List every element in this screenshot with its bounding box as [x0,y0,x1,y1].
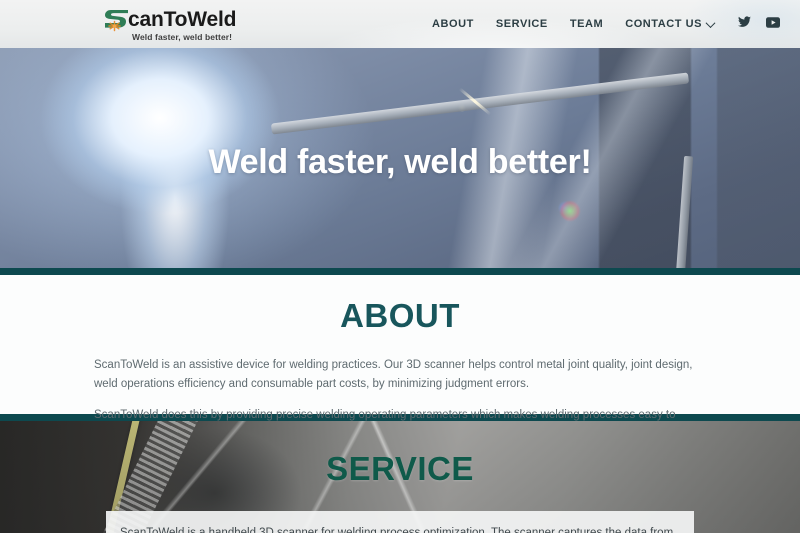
site-header: canToWeld Weld faster, weld better! ABOU… [0,0,800,48]
about-section: ABOUT ScanToWeld is an assistive device … [0,275,800,440]
about-paragraph-1: ScanToWeld is an assistive device for we… [94,359,693,390]
service-card-text: ScanToWeld is a handheld 3D scanner for … [120,527,674,533]
site-logo[interactable]: canToWeld Weld faster, weld better! [104,0,236,48]
nav-item-service[interactable]: SERVICE [496,18,548,30]
hero-section: Weld faster, weld better! [0,48,800,268]
service-title: SERVICE [326,450,474,487]
section-divider-hero-about [0,268,800,275]
scantoweld-s-logo-icon [104,8,132,32]
youtube-icon[interactable] [766,15,780,33]
logo-tagline: Weld faster, weld better! [132,31,233,42]
logo-wordmark: canToWeld [128,7,237,31]
service-description-card: ScanToWeld is a handheld 3D scanner for … [106,511,694,533]
nav-item-team-label: TEAM [569,18,604,30]
logo-row: canToWeld [104,7,236,33]
nav-item-contact-us-label: CONTACT US [625,18,702,30]
social-links [738,15,780,33]
chevron-down-icon [705,17,716,28]
hero-title: Weld faster, weld better! [208,143,592,181]
main-navigation: ABOUT SERVICE TEAM CONTACT US [432,15,788,33]
page-root: canToWeld Weld faster, weld better! ABOU… [0,0,800,533]
nav-item-contact-us[interactable]: CONTACT US [625,17,716,30]
service-section: SERVICE ScanToWeld is a handheld 3D scan… [0,421,800,533]
nav-item-about[interactable]: ABOUT [432,18,474,30]
nav-item-about-label: ABOUT [432,18,474,30]
nav-item-service-label: SERVICE [495,18,548,30]
about-title: ABOUT [340,297,460,334]
nav-item-team[interactable]: TEAM [570,18,603,30]
twitter-icon[interactable] [738,15,751,33]
